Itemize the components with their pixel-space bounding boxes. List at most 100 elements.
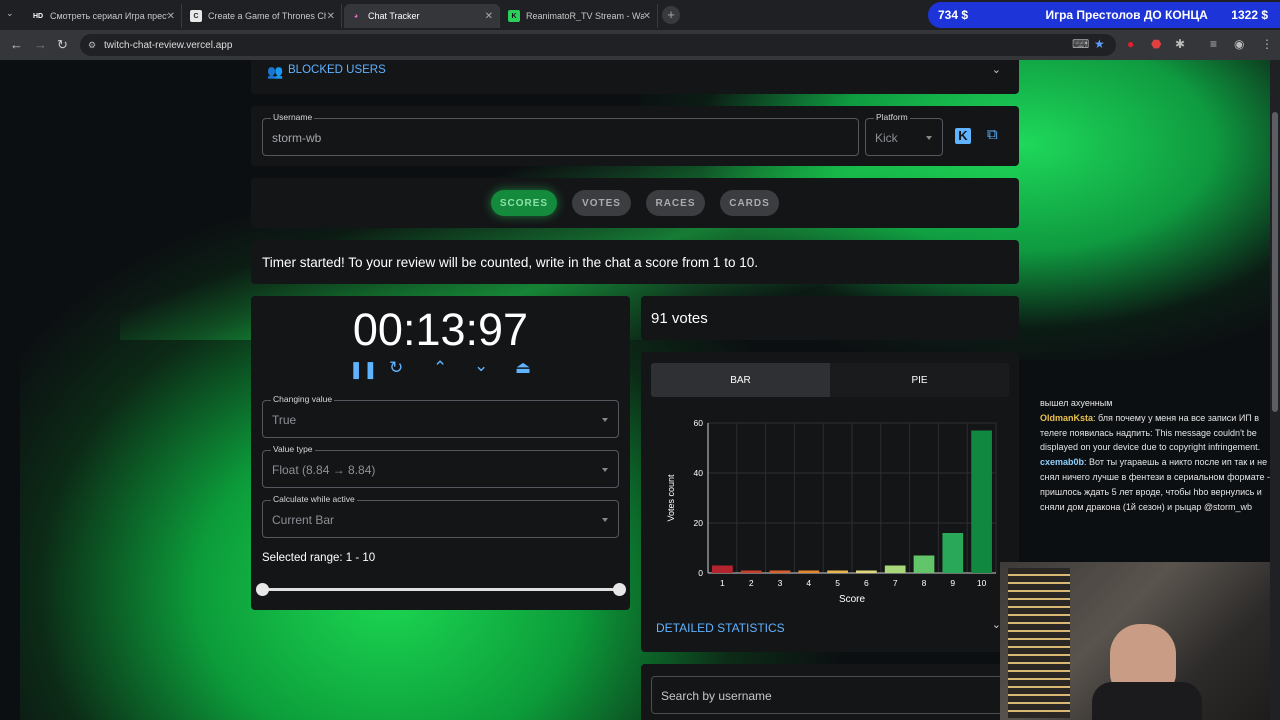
browser-tab-bar: ⌄ HD Смотреть сериал Игра престо... ✕ C … [0,0,1280,30]
tab-close-icon[interactable]: ✕ [643,11,651,22]
detailed-statistics-label[interactable]: DETAILED STATISTICS [656,621,785,635]
tab-close-icon[interactable]: ✕ [167,11,175,22]
value-type-label: Value type [271,444,315,454]
copy-icon[interactable]: ⧉ [987,126,998,143]
x-tick-label: 3 [778,578,783,588]
chevron-up-icon[interactable]: ⌃ [433,358,447,378]
blocked-users-label: BLOCKED USERS [288,64,386,76]
chevron-down-icon [926,136,932,140]
browser-tab-4[interactable]: K ReanimatoR_TV Stream - Watch... ✕ [502,4,658,28]
eject-icon[interactable]: ⏏ [515,358,531,378]
tab-close-icon[interactable]: ✕ [485,11,493,22]
blocked-users-panel[interactable]: 👥 BLOCKED USERS ⌄ [251,60,1019,94]
x-tick-label: 9 [950,578,955,588]
chevron-down-icon [602,418,608,422]
calculate-while-active-select[interactable]: Calculate while active Current Bar [262,494,619,538]
address-bar: ← → ↻ twitch-chat-review.vercel.app ⚙ ⌨ … [0,30,1280,60]
tab-cards[interactable]: CARDS [720,190,779,216]
forward-icon[interactable]: → [34,37,47,52]
toggle-pie[interactable]: PIE [830,363,1009,397]
chat-message: OldmanKsta: бля почему у меня на все зап… [1040,412,1261,453]
platform-value: Kick [875,131,898,145]
tab-close-icon[interactable]: ✕ [327,11,335,22]
chevron-down-icon[interactable]: ⌄ [992,63,1001,76]
tab-title: ReanimatoR_TV Stream - Watch... [526,11,644,21]
tab-races[interactable]: RACES [646,190,705,216]
range-slider-max-handle[interactable] [613,583,626,596]
browser-tab-3[interactable]: ◕ Chat Tracker ✕ [344,4,500,28]
page-scrollbar[interactable] [1270,60,1280,720]
tab-favicon: K [508,10,520,22]
changing-value-label: Changing value [271,394,335,404]
adblock-icon[interactable]: ⬣ [1151,37,1161,51]
translate-icon[interactable]: ⌨ [1072,37,1089,51]
banner-title: Игра Престолов ДО КОНЦА [1045,8,1208,22]
search-panel: Search by username [641,664,1019,720]
tab-title: Create a Game of Thrones Cha... [208,11,326,21]
url-input[interactable]: twitch-chat-review.vercel.app [80,34,1116,56]
username-value: storm-wb [272,131,322,145]
tab-title: Chat Tracker [368,11,420,21]
search-input[interactable]: Search by username [651,676,1009,714]
chevron-down-icon [602,468,608,472]
selected-range-text: Selected range: 1 - 10 [262,552,376,564]
y-axis-label: Votes count [666,474,676,522]
bar-score-4 [798,570,820,573]
bar-score-1 [712,565,733,573]
chat-username: OldmanKsta [1040,412,1094,423]
kick-logo-icon[interactable]: K [955,128,971,144]
chat-username: cxemab0b [1040,457,1085,468]
pause-icon[interactable]: ❚❚ [349,360,378,380]
scrollbar-thumb[interactable] [1272,112,1278,412]
username-field[interactable]: Username storm-wb [262,112,859,156]
opera-icon[interactable]: ● [1127,37,1134,51]
users-icon: 👥 [267,64,284,79]
chart-panel: BAR PIE 0 20 40 60 1 2 3 4 5 6 7 8 9 10 Score Votes cou… [641,352,1019,652]
tab-favicon: HD [32,12,44,20]
browser-tab-2[interactable]: C Create a Game of Thrones Cha... ✕ [184,4,342,28]
x-tick-label: 2 [749,578,754,588]
y-tick-label: 20 [694,518,704,528]
y-tick-label: 60 [694,418,704,428]
bar-score-3 [769,570,791,573]
profile-icon[interactable]: ◉ [1234,37,1244,51]
toggle-bar[interactable]: BAR [651,363,830,397]
x-tick-label: 4 [806,578,811,588]
user-settings-panel: Username storm-wb Platform Kick K ⧉ [251,106,1019,166]
donation-banner: 734 $ Игра Престолов ДО КОНЦА 1322 $ [928,2,1280,28]
back-icon[interactable]: ← [10,37,23,52]
platform-label: Platform [874,112,910,122]
tab-votes[interactable]: VOTES [572,190,631,216]
timer-panel: 00:13:97 ❚❚ ↻ ⌃ ⌄ ⏏ Changing value True … [251,296,630,610]
calculate-value: Current Bar [272,513,335,527]
tab-title: Смотреть сериал Игра престо... [50,11,168,21]
changing-value-select[interactable]: Changing value True [262,394,619,438]
menu-icon[interactable]: ⋮ [1261,37,1273,51]
range-slider-min-handle[interactable] [256,583,269,596]
bar-score-10 [971,430,992,573]
extensions-icon[interactable]: ✱ [1175,37,1185,51]
tab-search-icon[interactable]: ⌄ [6,8,14,19]
chevron-down-icon[interactable]: ⌄ [474,356,488,376]
changing-value: True [272,413,297,427]
browser-tab-1[interactable]: HD Смотреть сериал Игра престо... ✕ [26,4,182,28]
streamer-webcam [1000,562,1280,720]
value-type-value: Float (8.84 → 8.84) [272,463,376,477]
new-tab-button[interactable]: + [662,6,680,24]
platform-select[interactable]: Platform Kick [865,112,943,156]
value-type-select[interactable]: Value type Float (8.84 → 8.84) [262,444,619,488]
reload-icon[interactable]: ↻ [57,37,68,53]
bar-score-8 [913,555,935,573]
tab-scores[interactable]: SCORES [491,190,557,216]
range-slider-track[interactable] [262,588,619,591]
restart-icon[interactable]: ↻ [389,358,403,378]
x-tick-label: 8 [922,578,927,588]
y-tick-label: 0 [698,568,703,578]
site-info-icon[interactable]: ⚙ [88,40,96,51]
bookmark-star-icon[interactable]: ★ [1094,37,1105,51]
reading-list-icon[interactable]: ≡ [1210,37,1217,51]
banner-right-amount: 1322 $ [1231,8,1268,22]
banner-left-amount: 734 $ [938,8,969,22]
stream-chat: вышел ахуенным OldmanKsta: бля почему у … [1040,396,1276,514]
y-tick-label: 40 [694,468,704,478]
